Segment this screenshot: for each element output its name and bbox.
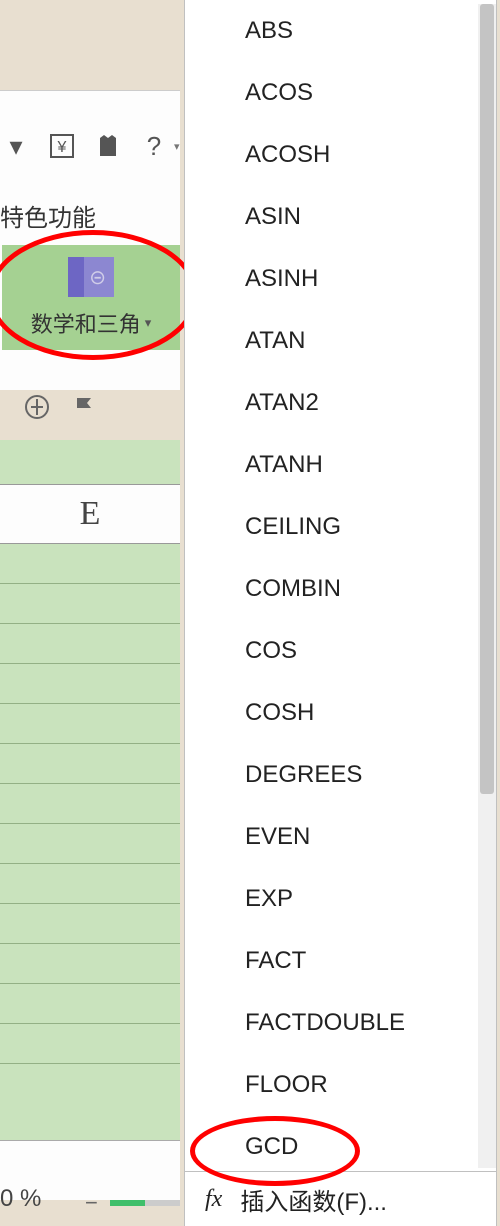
flag-icon[interactable] [73,395,97,419]
menu-scrollbar[interactable] [478,4,496,1168]
scrollbar-thumb[interactable] [480,4,494,794]
sheet-row[interactable] [0,664,180,704]
zoom-minus-icon[interactable]: − [85,1190,98,1216]
small-icons-row [25,395,97,419]
function-item-even[interactable]: EVEN [185,806,478,868]
function-item-degrees[interactable]: DEGREES [185,744,478,806]
sheet-row[interactable] [0,984,180,1024]
quick-toolbar: ▾ ¥ ? ▾ [2,132,180,160]
sheet-row[interactable] [0,744,180,784]
function-item-abs[interactable]: ABS [185,0,478,62]
leaf-icon[interactable] [25,395,49,419]
dropdown-indicator-icon[interactable]: ▾ [2,132,30,160]
function-item-acos[interactable]: ACOS [185,62,478,124]
function-item-acosh[interactable]: ACOSH [185,124,478,186]
help-dropdown-icon[interactable]: ▾ [174,140,180,153]
left-panel: ▾ ¥ ? ▾ 特色功能 数学和三角 ▾ E [0,0,180,1226]
dropdown-label-row: 数学和三角 ▾ [31,307,152,339]
sheet-row[interactable] [0,584,180,624]
currency-icon[interactable]: ¥ [48,132,76,160]
sheet-row[interactable] [0,784,180,824]
function-item-asinh[interactable]: ASINH [185,248,478,310]
sheet-row[interactable] [0,624,180,664]
math-book-icon [68,257,114,297]
function-dropdown-menu: ABS ACOS ACOSH ASIN ASINH ATAN ATAN2 ATA… [184,0,497,1226]
dropdown-label: 数学和三角 [31,307,141,339]
column-header-e[interactable]: E [0,484,180,544]
function-item-cos[interactable]: COS [185,620,478,682]
sheet-row[interactable] [0,944,180,984]
sheet-row[interactable] [0,1024,180,1064]
function-item-fact[interactable]: FACT [185,930,478,992]
help-icon[interactable]: ? [140,132,168,160]
function-item-floor[interactable]: FLOOR [185,1054,478,1116]
function-item-atan2[interactable]: ATAN2 [185,372,478,434]
insert-function-label: 插入函数(F)... [240,1182,387,1217]
insert-function-button[interactable]: fx 插入函数(F)... [185,1171,496,1226]
function-item-ceiling[interactable]: CEILING [185,496,478,558]
math-trig-dropdown-button[interactable]: 数学和三角 ▾ [2,245,180,350]
fx-icon: fx [205,1186,222,1213]
function-item-atanh[interactable]: ATANH [185,434,478,496]
sheet-row[interactable] [0,904,180,944]
function-item-exp[interactable]: EXP [185,868,478,930]
sheet-row[interactable] [0,824,180,864]
function-item-gcd[interactable]: GCD [185,1116,478,1171]
sheet-rows [0,544,180,1064]
svg-text:¥: ¥ [57,139,67,156]
ribbon-tab-special[interactable]: 特色功能 [0,196,96,235]
zoom-slider[interactable] [110,1200,180,1206]
sheet-row[interactable] [0,704,180,744]
spreadsheet-grid[interactable]: E [0,440,180,1160]
chevron-down-icon: ▾ [145,315,152,331]
shirt-icon[interactable] [94,132,122,160]
function-list: ABS ACOS ACOSH ASIN ASINH ATAN ATAN2 ATA… [185,0,478,1171]
function-item-asin[interactable]: ASIN [185,186,478,248]
function-item-combin[interactable]: COMBIN [185,558,478,620]
function-item-atan[interactable]: ATAN [185,310,478,372]
function-item-factdouble[interactable]: FACTDOUBLE [185,992,478,1054]
function-item-cosh[interactable]: COSH [185,682,478,744]
sheet-row[interactable] [0,544,180,584]
zoom-percent-label: 0 % [0,1185,41,1213]
sheet-row[interactable] [0,864,180,904]
